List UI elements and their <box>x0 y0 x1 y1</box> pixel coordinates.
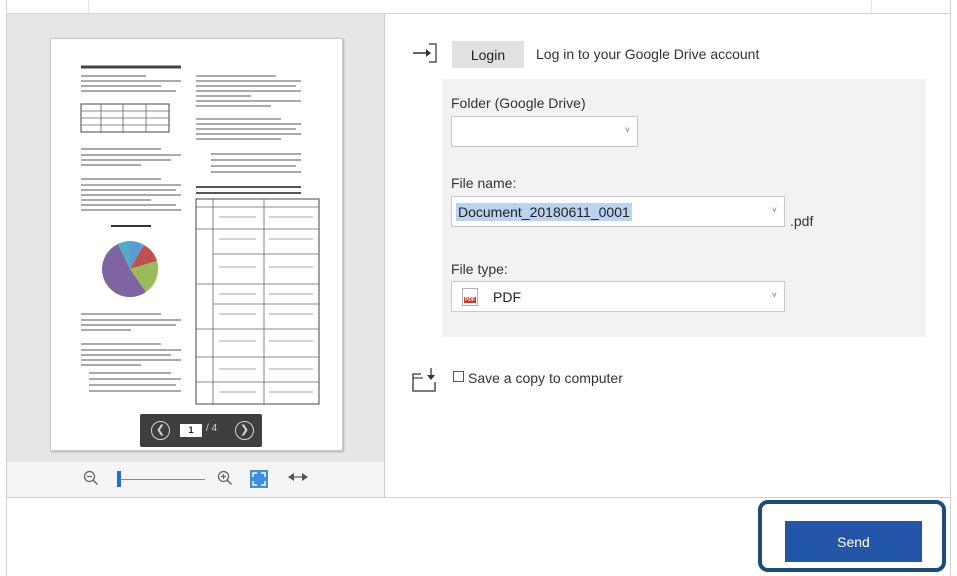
file-name-combobox[interactable]: Document_20180611_0001 ˅ <box>451 196 785 227</box>
chevron-down-icon: ˅ <box>771 290 777 300</box>
zoom-slider-track[interactable] <box>119 479 205 480</box>
login-description: Log in to your Google Drive account <box>536 46 760 62</box>
login-arrow-icon <box>412 42 438 64</box>
page-total-label: / 4 <box>206 423 218 434</box>
fit-page-icon[interactable] <box>250 470 268 488</box>
top-tick <box>871 0 872 13</box>
chevron-right-icon[interactable]: ❯ <box>235 421 254 440</box>
file-type-selected-value: PDF <box>493 289 521 305</box>
folder-label: Folder (Google Drive) <box>451 95 586 111</box>
fit-width-icon[interactable] <box>287 470 309 487</box>
zoom-in-icon[interactable] <box>217 470 233 490</box>
page-navigator: ❮ 1 / 4 ❯ <box>140 414 262 447</box>
chevron-left-icon[interactable]: ❮ <box>151 421 170 440</box>
file-type-label: File type: <box>451 261 508 277</box>
save-copy-checkbox[interactable] <box>453 371 464 382</box>
save-folder-icon <box>411 365 439 393</box>
chevron-down-icon: ˅ <box>624 125 630 135</box>
send-button[interactable]: Send <box>785 521 922 562</box>
folder-dropdown[interactable]: ˅ <box>451 116 638 147</box>
file-name-label: File name: <box>451 175 517 191</box>
preview-pane: ❮ 1 / 4 ❯ <box>7 14 384 462</box>
login-button[interactable]: Login <box>452 41 524 68</box>
top-tick <box>88 0 89 13</box>
document-page-preview-graphic <box>80 65 320 405</box>
file-extension-label: .pdf <box>790 213 814 229</box>
footer-divider <box>6 497 951 498</box>
pdf-file-icon: PDF <box>462 288 478 306</box>
save-copy-label[interactable]: Save a copy to computer <box>468 370 623 386</box>
pdf-icon-text: PDF <box>464 297 476 303</box>
document-page-thumbnail <box>50 38 343 451</box>
zoom-slider-thumb[interactable] <box>117 471 121 487</box>
file-name-input-value[interactable]: Document_20180611_0001 <box>456 203 632 221</box>
file-type-dropdown[interactable]: PDF PDF ˅ <box>451 281 785 312</box>
zoom-out-icon[interactable] <box>83 470 99 490</box>
current-page-field[interactable]: 1 <box>180 424 202 437</box>
zoom-toolbar <box>7 462 384 497</box>
chevron-down-icon[interactable]: ˅ <box>772 205 777 215</box>
pane-divider <box>384 14 385 497</box>
